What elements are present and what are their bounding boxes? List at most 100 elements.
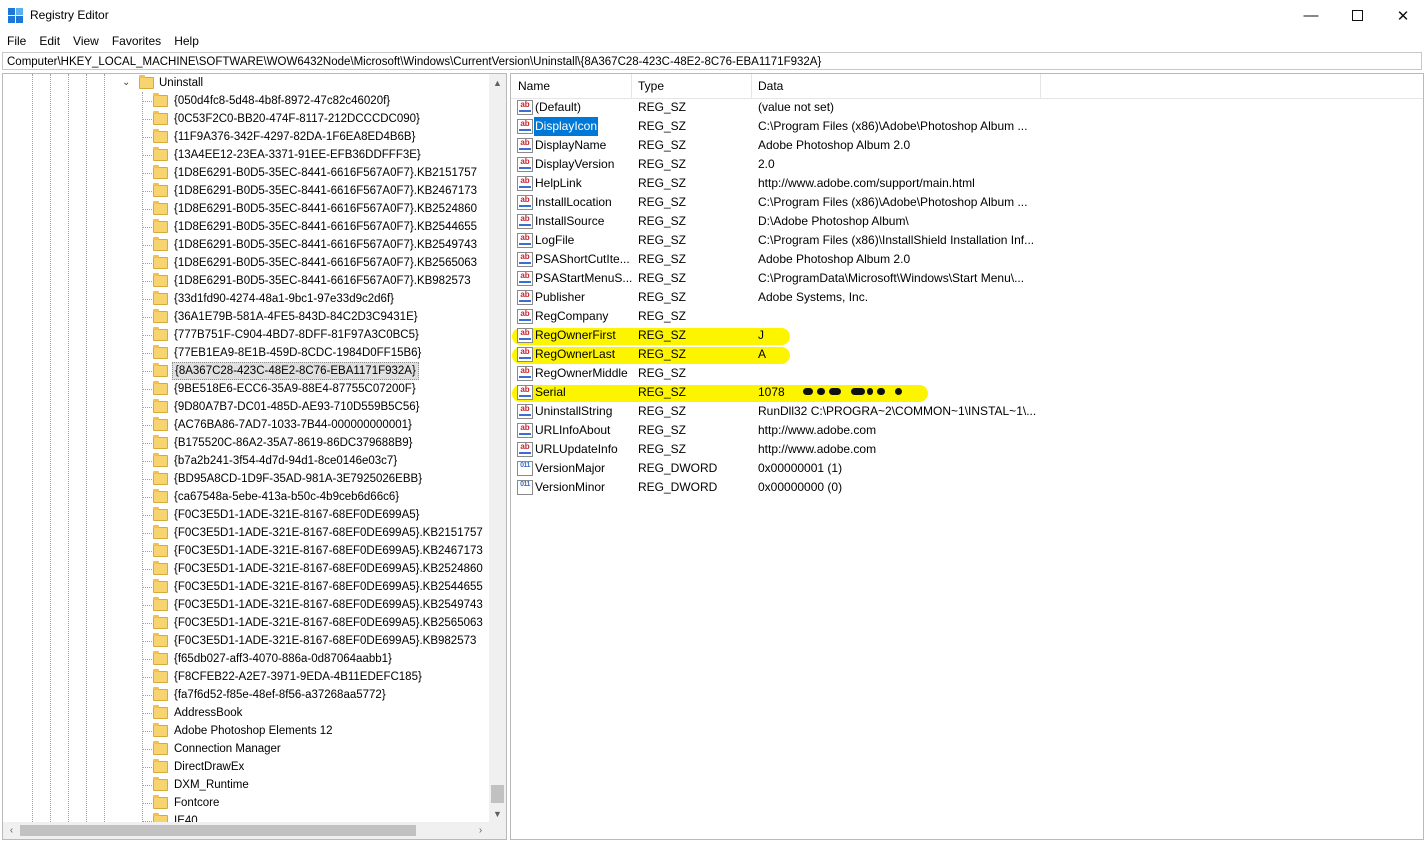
value-row[interactable]: ab RegCompany REG_SZ bbox=[511, 307, 1423, 326]
tree-item-uninstall[interactable]: ⌄ Uninstall bbox=[3, 74, 489, 92]
value-row[interactable]: ab InstallSource REG_SZ D:\Adobe Photoshop … bbox=[511, 212, 1423, 231]
tree-item-label: {1D8E6291-B0D5-35EC-8441-6616F567A0F7}.K… bbox=[174, 257, 478, 269]
tree-item[interactable]: {b7a2b241-3f54-4d7d-94d1-8ce0146e03c7} bbox=[3, 452, 489, 470]
value-row[interactable]: ab PSAShortCutIte... REG_SZ Adobe Photoshop… bbox=[511, 250, 1423, 269]
tree-item[interactable]: {ca67548a-5ebe-413a-b50c-4b9ceb6d66c6} bbox=[3, 488, 489, 506]
value-row[interactable]: ab HelpLink REG_SZ http://www.adobe.com/sup… bbox=[511, 174, 1423, 193]
value-row[interactable]: ab InstallLocation REG_SZ C:\Program Files … bbox=[511, 193, 1423, 212]
tree-item[interactable]: AddressBook bbox=[3, 704, 489, 722]
tree-item[interactable]: {f65db027-aff3-4070-886a-0d87064aabb1} bbox=[3, 650, 489, 668]
tree-item[interactable]: {13A4EE12-23EA-3371-91EE-EFB36DDFFF3E} bbox=[3, 146, 489, 164]
column-header-data[interactable]: Data bbox=[751, 74, 1041, 98]
tree-item[interactable]: {F8CFEB22-A2E7-3971-9EDA-4B11EDEFC185} bbox=[3, 668, 489, 686]
tree-item[interactable]: {F0C3E5D1-1ADE-321E-8167-68EF0DE699A5}.K… bbox=[3, 524, 489, 542]
folder-icon bbox=[153, 687, 168, 701]
string-value-icon: ab bbox=[517, 271, 533, 286]
tree-item[interactable]: {BD95A8CD-1D9F-35AD-981A-3E7925026EBB} bbox=[3, 470, 489, 488]
tree-item[interactable]: {0C53F2C0-BB20-474F-8117-212DCCCDC090} bbox=[3, 110, 489, 128]
value-row[interactable]: 011 VersionMajor REG_DWORD 0x00000001 (1) bbox=[511, 459, 1423, 478]
tree-item-label: {777B751F-C904-4BD7-8DFF-81F97A3C0BC5} bbox=[174, 329, 419, 341]
tree-item[interactable]: {9D80A7B7-DC01-485D-AE93-710D559B5C56} bbox=[3, 398, 489, 416]
menu-favorites[interactable]: Favorites bbox=[105, 31, 167, 51]
tree-item[interactable]: {1D8E6291-B0D5-35EC-8441-6616F567A0F7}.K… bbox=[3, 254, 489, 272]
tree-item[interactable]: {F0C3E5D1-1ADE-321E-8167-68EF0DE699A5}.K… bbox=[3, 542, 489, 560]
menu-file[interactable]: File bbox=[0, 31, 32, 51]
scroll-thumb[interactable] bbox=[491, 785, 504, 803]
tree-item[interactable]: {33d1fd90-4274-48a1-9bc1-97e33d9c2d6f} bbox=[3, 290, 489, 308]
value-row[interactable]: ab Publisher REG_SZ Adobe Systems, Inc. bbox=[511, 288, 1423, 307]
folder-icon bbox=[153, 273, 168, 287]
tree-horizontal-scrollbar[interactable]: ‹ › bbox=[3, 822, 489, 839]
value-row[interactable]: ab UninstallString REG_SZ RunDll32 C:\PROGR… bbox=[511, 402, 1423, 421]
tree-item[interactable]: {1D8E6291-B0D5-35EC-8441-6616F567A0F7}.K… bbox=[3, 182, 489, 200]
value-row[interactable]: ab (Default) REG_SZ (value not set) bbox=[511, 98, 1423, 117]
values-pane[interactable]: Name Type Data ab (Default) REG_SZ (value n… bbox=[510, 73, 1424, 840]
tree-item[interactable]: {8A367C28-423C-48E2-8C76-EBA1171F932A} bbox=[3, 362, 489, 380]
maximize-button[interactable] bbox=[1334, 0, 1380, 31]
tree-item[interactable]: {050d4fc8-5d48-4b8f-8972-47c82c46020f} bbox=[3, 92, 489, 110]
chevron-down-icon[interactable]: ⌄ bbox=[122, 74, 130, 92]
value-data: (value not set) bbox=[758, 100, 835, 114]
tree-item[interactable]: {AC76BA86-7AD7-1033-7B44-000000000001} bbox=[3, 416, 489, 434]
tree-item[interactable]: {1D8E6291-B0D5-35EC-8441-6616F567A0F7}.K… bbox=[3, 236, 489, 254]
value-row[interactable]: ab LogFile REG_SZ C:\Program Files (x86)\In… bbox=[511, 231, 1423, 250]
tree-item[interactable]: Connection Manager bbox=[3, 740, 489, 758]
value-row[interactable]: ab DisplayName REG_SZ Adobe Photoshop Album… bbox=[511, 136, 1423, 155]
tree-item[interactable]: {F0C3E5D1-1ADE-321E-8167-68EF0DE699A5}.K… bbox=[3, 632, 489, 650]
close-button[interactable]: ✕ bbox=[1380, 0, 1426, 31]
tree-item[interactable]: DXM_Runtime bbox=[3, 776, 489, 794]
tree-item[interactable]: {fa7f6d52-f85e-48ef-8f56-a37268aa5772} bbox=[3, 686, 489, 704]
tree-item[interactable]: {B175520C-86A2-35A7-8619-86DC379688B9} bbox=[3, 434, 489, 452]
tree-item[interactable]: {777B751F-C904-4BD7-8DFF-81F97A3C0BC5} bbox=[3, 326, 489, 344]
folder-icon bbox=[153, 777, 168, 791]
scroll-right-arrow-icon[interactable]: › bbox=[472, 822, 489, 839]
value-row[interactable]: ab Serial REG_SZ 1078 bbox=[511, 383, 1423, 402]
tree-item[interactable]: {1D8E6291-B0D5-35EC-8441-6616F567A0F7}.K… bbox=[3, 164, 489, 182]
tree-item[interactable]: Fontcore bbox=[3, 794, 489, 812]
minimize-button[interactable]: — bbox=[1288, 0, 1334, 31]
address-bar[interactable]: Computer\HKEY_LOCAL_MACHINE\SOFTWARE\WOW… bbox=[2, 52, 1422, 70]
value-row[interactable]: 011 VersionMinor REG_DWORD 0x00000000 (0) bbox=[511, 478, 1423, 497]
value-row[interactable]: ab DisplayVersion REG_SZ 2.0 bbox=[511, 155, 1423, 174]
scroll-down-arrow-icon[interactable]: ▼ bbox=[489, 805, 506, 822]
tree-item[interactable]: Adobe Photoshop Elements 12 bbox=[3, 722, 489, 740]
folder-icon bbox=[153, 813, 168, 822]
tree-item[interactable]: {F0C3E5D1-1ADE-321E-8167-68EF0DE699A5}.K… bbox=[3, 560, 489, 578]
menu-help[interactable]: Help bbox=[167, 31, 205, 51]
column-header-type[interactable]: Type bbox=[631, 74, 752, 98]
folder-icon bbox=[153, 453, 168, 467]
scroll-left-arrow-icon[interactable]: ‹ bbox=[3, 822, 20, 839]
value-row[interactable]: ab RegOwnerFirst REG_SZ J bbox=[511, 326, 1423, 345]
value-row[interactable]: ab URLInfoAbout REG_SZ http://www.adobe.com bbox=[511, 421, 1423, 440]
column-header-name[interactable]: Name bbox=[511, 74, 632, 98]
key-tree-pane[interactable]: ⌄ Uninstall {050d4fc8-5d48-4b8f-8972-47c… bbox=[2, 73, 507, 840]
value-row[interactable]: ab URLUpdateInfo REG_SZ http://www.adobe.co… bbox=[511, 440, 1423, 459]
menu-view[interactable]: View bbox=[66, 31, 105, 51]
menu-edit[interactable]: Edit bbox=[32, 31, 66, 51]
value-row[interactable]: ab RegOwnerLast REG_SZ A bbox=[511, 345, 1423, 364]
value-row[interactable]: ab RegOwnerMiddle REG_SZ bbox=[511, 364, 1423, 383]
tree-item[interactable]: {1D8E6291-B0D5-35EC-8441-6616F567A0F7}.K… bbox=[3, 218, 489, 236]
value-row[interactable]: ab PSAStartMenuS... REG_SZ C:\ProgramData\M… bbox=[511, 269, 1423, 288]
folder-icon bbox=[153, 327, 168, 341]
scroll-thumb[interactable] bbox=[20, 825, 416, 836]
tree-item[interactable]: {9BE518E6-ECC6-35A9-88E4-87755C07200F} bbox=[3, 380, 489, 398]
value-name: Publisher bbox=[535, 290, 586, 304]
tree-item[interactable]: DirectDrawEx bbox=[3, 758, 489, 776]
tree-item[interactable]: {1D8E6291-B0D5-35EC-8441-6616F567A0F7}.K… bbox=[3, 272, 489, 290]
tree-item[interactable]: IE40 bbox=[3, 812, 489, 822]
tree-item[interactable]: {77EB1EA9-8E1B-459D-8CDC-1984D0FF15B6} bbox=[3, 344, 489, 362]
string-value-icon: ab bbox=[517, 100, 533, 115]
tree-item[interactable]: {F0C3E5D1-1ADE-321E-8167-68EF0DE699A5}.K… bbox=[3, 596, 489, 614]
tree-item[interactable]: {1D8E6291-B0D5-35EC-8441-6616F567A0F7}.K… bbox=[3, 200, 489, 218]
value-row[interactable]: ab DisplayIcon REG_SZ C:\Program Files (x86… bbox=[511, 117, 1423, 136]
title-bar: Registry Editor — ✕ bbox=[0, 0, 1426, 31]
tree-vertical-scrollbar[interactable]: ▲ ▼ bbox=[489, 74, 506, 822]
tree-item[interactable]: {F0C3E5D1-1ADE-321E-8167-68EF0DE699A5} bbox=[3, 506, 489, 524]
tree-item[interactable]: {F0C3E5D1-1ADE-321E-8167-68EF0DE699A5}.K… bbox=[3, 578, 489, 596]
tree-item[interactable]: {36A1E79B-581A-4FE5-843D-84C2D3C9431E} bbox=[3, 308, 489, 326]
tree-item[interactable]: {F0C3E5D1-1ADE-321E-8167-68EF0DE699A5}.K… bbox=[3, 614, 489, 632]
tree-item[interactable]: {11F9A376-342F-4297-82DA-1F6EA8ED4B6B} bbox=[3, 128, 489, 146]
scroll-up-arrow-icon[interactable]: ▲ bbox=[489, 74, 506, 91]
string-value-icon: ab bbox=[517, 157, 533, 172]
